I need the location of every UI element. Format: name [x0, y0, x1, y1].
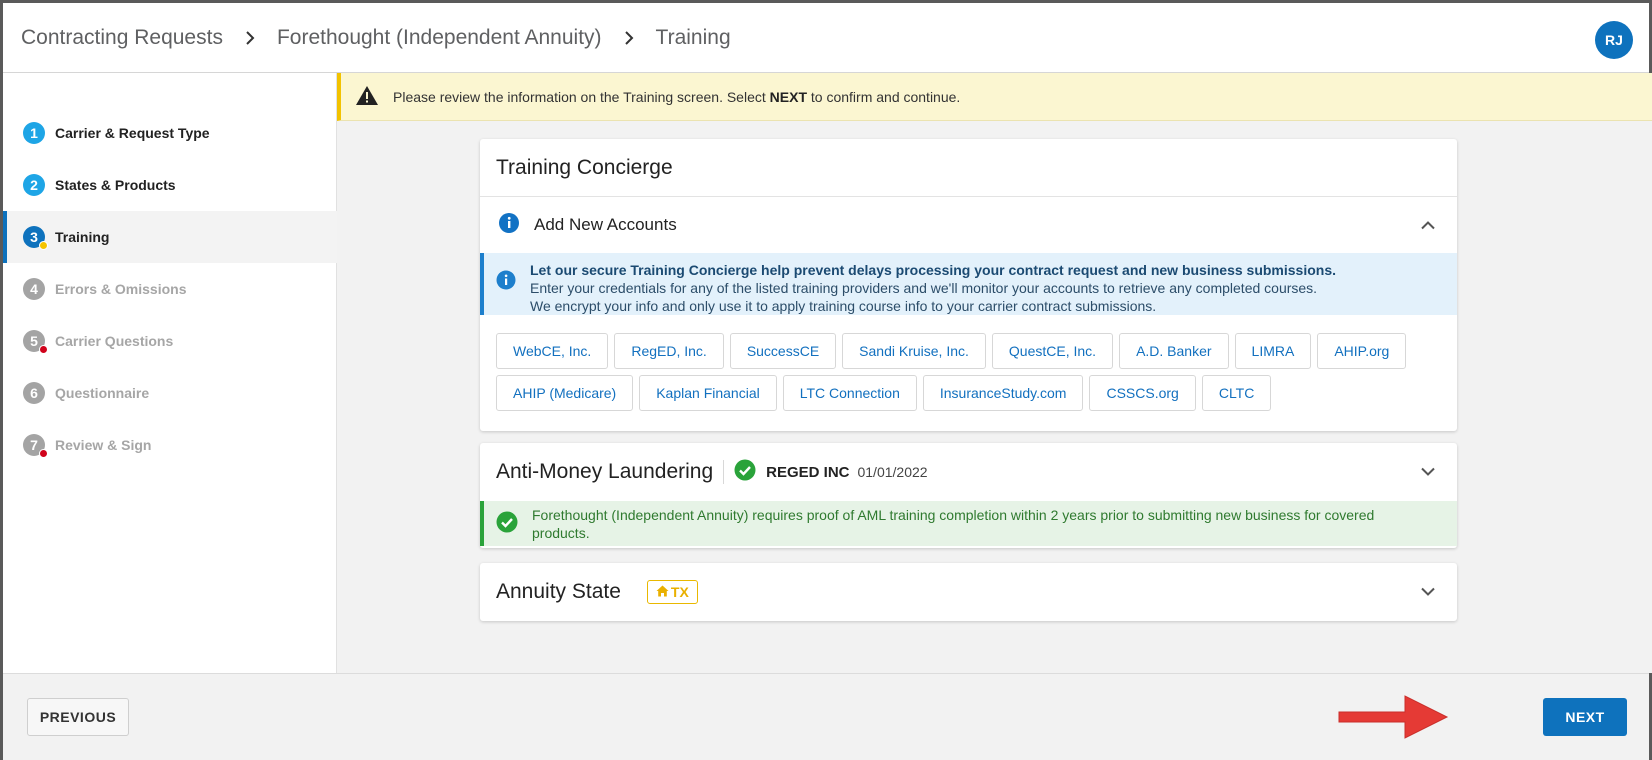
chevron-up-icon[interactable] [1421, 221, 1435, 230]
step-review-sign[interactable]: 7 Review & Sign [3, 419, 337, 471]
step-label: States & Products [55, 177, 176, 193]
info-line-2: Enter your credentials for any of the li… [530, 280, 1318, 296]
card-header: Training Concierge [480, 139, 1457, 197]
main-content: Please review the information on the Tra… [337, 73, 1652, 673]
provider-chip-webce[interactable]: WebCE, Inc. [496, 333, 609, 369]
arrow-right-icon [1333, 674, 1453, 760]
provider-chip-questce[interactable]: QuestCE, Inc. [991, 333, 1114, 369]
step-training[interactable]: 3 Training [3, 211, 337, 263]
info-message: Let our secure Training Concierge help p… [480, 253, 1457, 315]
annuity-title: Annuity State [496, 580, 621, 603]
info-line-3: We encrypt your info and only use it to … [530, 298, 1157, 314]
warning-text-before: Please review the information on the Tra… [393, 88, 770, 105]
warning-text-bold: NEXT [769, 88, 807, 105]
user-avatar[interactable]: RJ [1595, 21, 1633, 59]
provider-chip-cltc[interactable]: CLTC [1201, 375, 1272, 411]
warning-icon [355, 85, 379, 109]
provider-chip-limra[interactable]: LIMRA [1234, 333, 1312, 369]
previous-button[interactable]: PREVIOUS [27, 698, 129, 736]
provider-chip-ahip-medicare[interactable]: AHIP (Medicare) [496, 375, 634, 411]
breadcrumb-contracting-requests[interactable]: Contracting Requests [21, 26, 223, 50]
provider-chip-csscs[interactable]: CSSCS.org [1089, 375, 1196, 411]
step-carrier-request-type[interactable]: 1 Carrier & Request Type [3, 107, 337, 159]
card-title: Training Concierge [496, 155, 673, 179]
provider-chip-ad-banker[interactable]: A.D. Banker [1119, 333, 1229, 369]
aml-success-message: Forethought (Independent Annuity) requir… [480, 501, 1457, 546]
home-icon [656, 584, 671, 600]
step-sidebar: 1 Carrier & Request Type 2 States & Prod… [3, 73, 337, 673]
aml-card: Anti-Money Laundering REGED INC 01/01/20… [480, 443, 1457, 548]
divider [723, 460, 725, 484]
provider-chip-kaplan[interactable]: Kaplan Financial [639, 375, 777, 411]
add-accounts-header[interactable]: Add New Accounts [480, 197, 1457, 253]
warning-text: Please review the information on the Tra… [393, 89, 960, 105]
warning-dot-icon [39, 241, 48, 250]
warning-text-after: to confirm and continue. [807, 88, 961, 105]
provider-chip-sandi-kruise[interactable]: Sandi Kruise, Inc. [842, 333, 986, 369]
info-line-1: Let our secure Training Concierge help p… [530, 262, 1336, 278]
aml-provider: REGED INC [766, 463, 850, 481]
provider-list: WebCE, Inc. RegED, Inc. SuccessCE Sandi … [480, 315, 1457, 417]
step-number: 4 [23, 278, 45, 300]
footer-bar: PREVIOUS NEXT [3, 673, 1649, 760]
step-label: Carrier Questions [55, 333, 174, 349]
step-label: Review & Sign [55, 437, 152, 453]
step-number-text: 5 [30, 333, 38, 349]
aml-message-text: Forethought (Independent Annuity) requir… [532, 506, 1375, 541]
annuity-header[interactable]: Annuity State TX [480, 563, 1457, 621]
chevron-right-icon [245, 30, 255, 45]
warning-banner: Please review the information on the Tra… [337, 73, 1652, 121]
info-icon [498, 212, 520, 239]
step-number: 2 [23, 174, 45, 196]
step-number: 5 [23, 330, 48, 354]
training-concierge-card: Training Concierge Add New Accounts Let … [480, 139, 1457, 431]
step-number-text: 7 [30, 437, 38, 453]
step-errors-omissions[interactable]: 4 Errors & Omissions [3, 263, 337, 315]
chevron-down-icon[interactable] [1421, 467, 1435, 477]
aml-header[interactable]: Anti-Money Laundering REGED INC 01/01/20… [480, 443, 1457, 501]
info-icon [496, 270, 516, 294]
step-label: Errors & Omissions [55, 281, 187, 297]
error-dot-icon [39, 449, 48, 458]
step-label: Questionnaire [55, 385, 150, 401]
breadcrumb-current: Training [655, 25, 731, 49]
provider-chip-reged[interactable]: RegED, Inc. [614, 333, 724, 369]
step-questionnaire[interactable]: 6 Questionnaire [3, 367, 337, 419]
state-code: TX [670, 584, 689, 600]
chevron-down-icon[interactable] [1421, 587, 1435, 597]
step-states-products[interactable]: 2 States & Products [3, 159, 337, 211]
check-circle-icon [496, 511, 518, 537]
section-label: Add New Accounts [534, 215, 677, 234]
breadcrumb-carrier[interactable]: Forethought (Independent Annuity) [277, 26, 602, 50]
provider-chip-successce[interactable]: SuccessCE [729, 333, 837, 369]
step-carrier-questions[interactable]: 5 Carrier Questions [3, 315, 337, 367]
step-number: 6 [23, 382, 45, 404]
chevron-right-icon [624, 30, 634, 45]
step-number-text: 3 [30, 229, 38, 245]
check-circle-icon [734, 459, 756, 486]
resident-state-badge: TX [646, 580, 698, 604]
annuity-state-card: Annuity State TX [480, 563, 1457, 621]
provider-chip-insurancestudy[interactable]: InsuranceStudy.com [922, 375, 1084, 411]
app-window: Contracting Requests Forethought (Indepe… [0, 0, 1652, 760]
aml-title: Anti-Money Laundering [496, 460, 714, 483]
step-label: Training [55, 229, 110, 245]
header: Contracting Requests Forethought (Indepe… [3, 3, 1649, 73]
provider-chip-ltc-connection[interactable]: LTC Connection [782, 375, 917, 411]
step-number: 3 [23, 226, 48, 250]
aml-date: 01/01/2022 [857, 464, 928, 480]
error-dot-icon [39, 345, 48, 354]
step-number: 1 [23, 122, 45, 144]
next-button[interactable]: NEXT [1543, 698, 1627, 736]
step-label: Carrier & Request Type [55, 125, 210, 141]
step-number: 7 [23, 434, 48, 458]
provider-chip-ahip-org[interactable]: AHIP.org [1317, 333, 1407, 369]
